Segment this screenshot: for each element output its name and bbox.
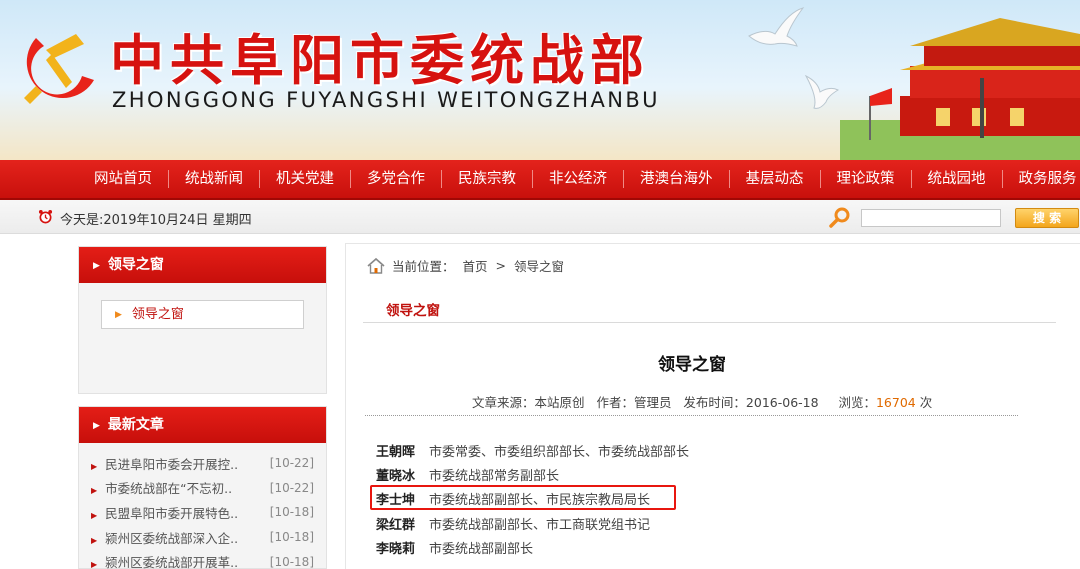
header-banner: 中共阜阳市委统战部 ZHONGGONG FUYANGSHI WEITONGZHA… [0, 0, 1080, 160]
list-item[interactable]: ▶ 民盟阜阳市委开展特色.. [10-18] [91, 500, 314, 525]
leader-position: 市委统战部常务副部长 [429, 469, 560, 485]
list-item[interactable]: ▶ 民进阜阳市委会开展控.. [10-22] [91, 451, 314, 476]
leader-name: 董晓冰 [376, 469, 416, 485]
arrow-icon: ▶ [115, 310, 122, 320]
sidebar-leaders-title: 领导之窗 [107, 257, 164, 273]
leader-row: 王朝晖 市委常委、市委组织部部长、市委统战部部长 [376, 438, 689, 462]
leader-row: 李晓莉 市委统战部副部长 [376, 536, 689, 560]
section-tab: 领导之窗 [386, 303, 440, 319]
breadcrumb-home[interactable]: 首页 [463, 256, 488, 275]
dove-icon [804, 74, 840, 109]
party-emblem-icon [24, 34, 95, 104]
list-item[interactable]: ▶ 市委统战部在“不忘初.. [10-22] [91, 476, 314, 501]
search-icon [829, 207, 850, 228]
sidebar-latest-header: ▶ 最新文章 [79, 407, 326, 443]
leader-name: 梁红群 [376, 517, 416, 533]
breadcrumb-current[interactable]: 领导之窗 [514, 256, 564, 275]
breadcrumb: 当前位置： 首页 > 领导之窗 [366, 256, 572, 275]
current-date: 今天是:2019年10月24日 星期四 [60, 213, 252, 228]
nav-item-theory-policy[interactable]: 理论政策 [819, 170, 911, 188]
list-item[interactable]: ▶ 颍州区委统战部开展革.. [10-18] [91, 549, 314, 569]
sidebar-leaders-header: ▶ 领导之窗 [79, 247, 326, 283]
dove-icon [748, 7, 805, 47]
divider [363, 322, 1056, 323]
leader-row: 董晓冰 市委统战部常务副部长 [376, 462, 689, 486]
search-button[interactable]: 搜 索 [1015, 208, 1079, 228]
home-icon [367, 257, 385, 274]
article-title: 领导之窗 [658, 355, 726, 375]
leader-position: 市委常委、市委组织部部长、市委统战部部长 [429, 444, 690, 460]
article-time: 2016-06-18 [745, 395, 819, 410]
nav-item-overseas[interactable]: 港澳台海外 [623, 170, 729, 188]
nav-item-garden[interactable]: 统战园地 [910, 170, 1002, 188]
sidebar-item-leaders[interactable]: ▶ 领导之窗 [101, 300, 304, 329]
sidebar-latest-title: 最新文章 [107, 417, 164, 433]
site-pinyin: ZHONGGONG FUYANGSHI WEITONGZHANBU [112, 88, 660, 112]
leader-position: 市委统战部副部长 [429, 542, 534, 558]
nav-item-multi-party[interactable]: 多党合作 [350, 170, 441, 188]
leader-row: 梁红群 市委统战部副部长、市工商联党组书记 [376, 511, 689, 535]
leader-name: 李晓莉 [376, 542, 416, 558]
nav-item-non-public-economy[interactable]: 非公经济 [532, 170, 623, 188]
list-item[interactable]: ▶ 颍州区委统战部深入企.. [10-18] [91, 525, 314, 550]
nav-item-gov-service[interactable]: 政务服务 [1001, 170, 1080, 188]
latest-articles-list: ▶ 民进阜阳市委会开展控.. [10-22] ▶ 市委统战部在“不忘初.. [10-22… [79, 443, 326, 569]
nav-item-grassroots[interactable]: 基层动态 [728, 170, 820, 188]
article-views: 16704 [875, 395, 916, 410]
main-nav: 网站首页 统战新闻 机关党建 多党合作 民族宗教 非公经济 港澳台海外 基层动态… [0, 160, 1080, 200]
date-search-bar: 今天是:2019年10月24日 星期四 搜 索 [0, 200, 1080, 234]
main-content: 当前位置： 首页 > 领导之窗 领导之窗 领导之窗 文章来源：本站原创 作者：管… [345, 243, 1080, 569]
highlight-box [370, 485, 676, 510]
nav-item-ethnic-religion[interactable]: 民族宗教 [441, 170, 532, 188]
nav-item-party-building[interactable]: 机关党建 [259, 170, 350, 188]
divider [365, 415, 1018, 416]
nav-item-news[interactable]: 统战新闻 [168, 170, 259, 188]
article-meta: 文章来源：本站原创 作者：管理员 发布时间：2016-06-18 浏览：1670… [472, 395, 933, 410]
article-author: 管理员 [633, 395, 672, 410]
leader-position: 市委统战部副部长、市工商联党组书记 [429, 517, 651, 533]
sidebar-leaders-box: ▶ 领导之窗 ▶ 领导之窗 [78, 246, 327, 394]
alarm-clock-icon [38, 209, 53, 224]
leader-name: 王朝晖 [376, 444, 416, 460]
tiananmen-gate-image [840, 18, 1080, 160]
search-input[interactable] [861, 209, 1001, 227]
nav-item-home[interactable]: 网站首页 [78, 170, 168, 188]
article-source: 本站原创 [534, 395, 585, 410]
breadcrumb-label: 当前位置： [392, 259, 455, 274]
breadcrumb-separator: > [495, 258, 507, 273]
sidebar-latest-box: ▶ 最新文章 ▶ 民进阜阳市委会开展控.. [10-22] ▶ 市委统战部在“不忘初..… [78, 406, 327, 569]
site-title: 中共阜阳市委统战部 [110, 28, 650, 92]
